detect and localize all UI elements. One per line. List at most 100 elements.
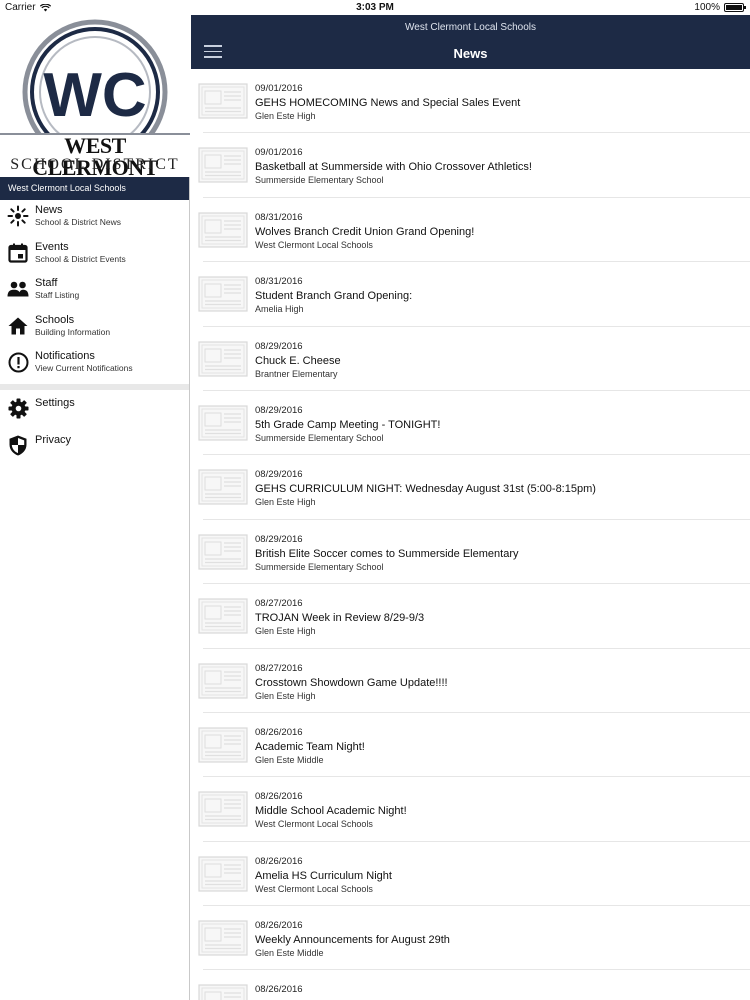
main-content: West Clermont Local Schools News 09/01/2… — [191, 15, 750, 1000]
news-title: Amelia HS Curriculum Night — [255, 869, 392, 882]
news-list-item[interactable]: 08/26/2016 — [198, 970, 750, 1000]
news-text: 08/27/2016 TROJAN Week in Review 8/29-9/… — [255, 598, 740, 637]
newspaper-icon — [198, 920, 248, 956]
sidebar-item-sublabel: Building Information — [35, 326, 111, 337]
news-date: 08/29/2016 — [255, 340, 303, 352]
news-date: 08/27/2016 — [255, 598, 303, 610]
news-school: Glen Este High — [255, 626, 316, 637]
news-date: 08/26/2016 — [255, 791, 303, 803]
sidebar-item-staff[interactable]: Staff Staff Listing — [0, 273, 189, 310]
news-list-item[interactable]: 08/29/2016 Chuck E. Cheese Brantner Elem… — [198, 327, 750, 391]
sidebar-item-label: Events — [35, 240, 69, 253]
battery-percent: 100% — [694, 2, 720, 13]
news-text: 08/31/2016 Wolves Branch Credit Union Gr… — [255, 212, 740, 251]
newspaper-icon — [198, 405, 248, 441]
news-school: Summerside Elementary School — [255, 561, 384, 572]
news-date: 09/01/2016 — [255, 83, 303, 94]
sidebar-item-notifications[interactable]: Notifications View Current Notifications — [0, 346, 189, 383]
newspaper-icon — [198, 147, 248, 183]
news-title: Weekly Announcements for August 29th — [255, 934, 450, 947]
news-text: 08/26/2016 — [255, 984, 740, 998]
news-text: 08/29/2016 Chuck E. Cheese Brantner Elem… — [255, 341, 740, 380]
news-list: 09/01/2016 GEHS HOMECOMING News and Spec… — [191, 69, 750, 1000]
news-text: 09/01/2016 Basketball at Summerside with… — [255, 147, 740, 186]
news-list-item[interactable]: 08/26/2016 Amelia HS Curriculum Night We… — [198, 842, 750, 907]
primary-menu: News School & District News Events Schoo… — [0, 200, 189, 383]
sidebar-item-label: Staff — [35, 277, 58, 290]
page-title: News — [453, 46, 488, 61]
sidebar-item-schools[interactable]: Schools Building Information — [0, 310, 189, 347]
newspaper-icon — [198, 276, 248, 312]
news-list-item[interactable]: 08/26/2016 Academic Team Night! Glen Est… — [198, 713, 750, 778]
sidebar-item-settings[interactable]: Settings — [0, 393, 189, 430]
news-title: Academic Team Night! — [255, 740, 365, 753]
news-list-item[interactable]: 08/26/2016 Weekly Announcements for Augu… — [198, 906, 750, 971]
news-list-item[interactable]: 08/27/2016 Crosstown Showdown Game Updat… — [198, 649, 750, 713]
newspaper-icon — [198, 598, 248, 634]
news-date: 08/29/2016 — [255, 404, 303, 416]
sidebar-item-news[interactable]: News School & District News — [0, 200, 189, 237]
news-date: 08/26/2016 — [255, 726, 303, 738]
news-list-item[interactable]: 08/26/2016 Middle School Academic Night!… — [198, 777, 750, 842]
news-title: TROJAN Week in Review 8/29-9/3 — [255, 612, 425, 625]
news-school: Glen Este High — [255, 111, 316, 121]
alert-icon — [6, 350, 30, 374]
news-list-item[interactable]: 08/27/2016 TROJAN Week in Review 8/29-9/… — [198, 584, 750, 649]
news-list-item[interactable]: 08/29/2016 GEHS CURRICULUM NIGHT: Wednes… — [198, 455, 750, 520]
news-title: Middle School Academic Night! — [255, 805, 407, 818]
sun-icon — [6, 204, 30, 228]
news-text: 08/27/2016 Crosstown Showdown Game Updat… — [255, 663, 740, 702]
news-list-item[interactable]: 09/01/2016 Basketball at Summerside with… — [198, 133, 750, 198]
sidebar-item-sublabel: School & District Events — [35, 253, 126, 264]
sidebar: WC WEST CLERMONT SCHOOL DISTRICT West Cl… — [0, 15, 190, 1000]
news-title: Basketball at Summerside with Ohio Cross… — [255, 161, 532, 174]
menu-divider — [0, 383, 189, 390]
news-text: 08/26/2016 Academic Team Night! Glen Est… — [255, 727, 740, 766]
news-school: Glen Este High — [255, 690, 316, 701]
news-text: 08/29/2016 5th Grade Camp Meeting - TONI… — [255, 405, 740, 444]
news-text: 09/01/2016 GEHS HOMECOMING News and Spec… — [255, 83, 740, 122]
news-title: British Elite Soccer comes to Summerside… — [255, 547, 519, 560]
newspaper-icon — [198, 83, 248, 119]
home-icon — [6, 314, 30, 338]
district-logo: WC WEST CLERMONT SCHOOL DISTRICT — [0, 15, 190, 177]
newspaper-icon — [198, 727, 248, 763]
news-date: 08/27/2016 — [255, 662, 303, 674]
news-list-item[interactable]: 09/01/2016 GEHS HOMECOMING News and Spec… — [198, 69, 750, 134]
news-list-item[interactable]: 08/29/2016 5th Grade Camp Meeting - TONI… — [198, 391, 750, 456]
news-date: 08/26/2016 — [255, 920, 303, 932]
navbar-subtitle: West Clermont Local Schools — [405, 22, 536, 33]
news-title: Wolves Branch Credit Union Grand Opening… — [255, 225, 475, 238]
news-list-item[interactable]: 08/31/2016 Student Branch Grand Opening:… — [198, 262, 750, 327]
sidebar-header: West Clermont Local Schools — [0, 177, 189, 200]
sidebar-item-sublabel: School & District News — [35, 217, 121, 227]
news-date: 08/29/2016 — [255, 533, 303, 545]
menu-icon[interactable] — [204, 45, 222, 58]
news-date: 08/31/2016 — [255, 276, 303, 288]
news-school: Brantner Elementary — [255, 368, 338, 379]
people-icon — [6, 277, 30, 301]
sidebar-item-sublabel: View Current Notifications — [35, 363, 133, 374]
news-school: West Clermont Local Schools — [255, 819, 373, 830]
sidebar-item-label: Schools — [35, 313, 75, 326]
sidebar-item-label: Settings — [35, 396, 75, 409]
news-list-item[interactable]: 08/31/2016 Wolves Branch Credit Union Gr… — [198, 198, 750, 263]
status-bar: Carrier 3:03 PM 100% — [0, 0, 750, 15]
news-school: Glen Este High — [255, 497, 316, 508]
news-text: 08/29/2016 GEHS CURRICULUM NIGHT: Wednes… — [255, 469, 740, 508]
news-title: Chuck E. Cheese — [255, 354, 341, 367]
sidebar-item-events[interactable]: Events School & District Events — [0, 237, 189, 274]
battery-icon — [724, 3, 746, 12]
news-school: Glen Este Middle — [255, 948, 324, 959]
sidebar-item-privacy[interactable]: Privacy — [0, 430, 189, 467]
newspaper-icon — [198, 212, 248, 248]
news-title: 5th Grade Camp Meeting - TONIGHT! — [255, 418, 441, 431]
newspaper-icon — [198, 791, 248, 827]
news-list-item[interactable]: 08/29/2016 British Elite Soccer comes to… — [198, 520, 750, 585]
news-school: Amelia High — [255, 304, 304, 315]
gear-icon — [6, 397, 30, 421]
news-school: Summerside Elementary School — [255, 175, 384, 186]
news-text: 08/26/2016 Middle School Academic Night!… — [255, 791, 740, 830]
news-school: West Clermont Local Schools — [255, 239, 373, 250]
sidebar-item-label: Notifications — [35, 350, 95, 363]
